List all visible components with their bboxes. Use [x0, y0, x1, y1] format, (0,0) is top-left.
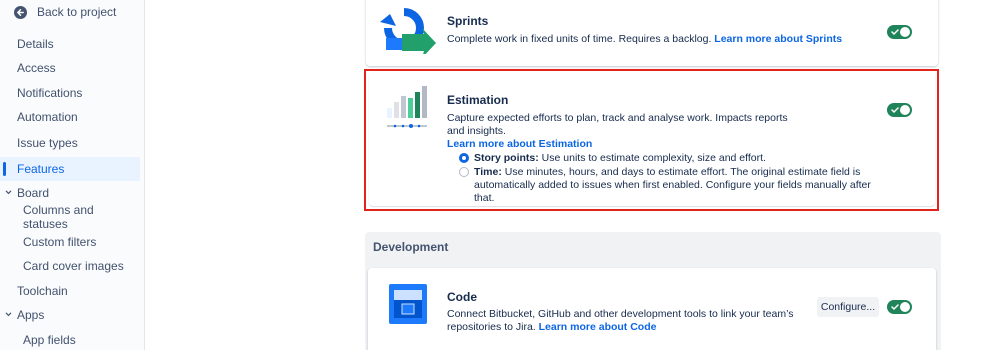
sidebar-item-label: Columns and statuses	[23, 203, 94, 231]
back-to-project-label: Back to project	[37, 5, 117, 19]
chevron-down-icon	[5, 190, 12, 195]
code-repository-icon	[389, 284, 427, 324]
chevron-down-icon	[5, 312, 12, 317]
sidebar-item-label: Apps	[17, 308, 45, 322]
code-title: Code	[447, 290, 477, 304]
toggle-knob	[900, 27, 910, 37]
project-settings-sidebar: Back to project Details Access Notificat…	[0, 0, 145, 350]
development-section-title: Development	[373, 240, 449, 254]
back-to-project-link[interactable]: Back to project	[14, 4, 116, 20]
sidebar-item-card-cover-images[interactable]: Card cover images	[0, 254, 140, 278]
arrow-left-icon	[14, 5, 27, 19]
sidebar-item-label: Notifications	[17, 86, 83, 100]
sidebar-item-app-fields[interactable]: App fields	[0, 328, 140, 350]
sidebar-item-issue-types[interactable]: Issue types	[0, 131, 140, 155]
sprints-title: Sprints	[447, 14, 489, 28]
sidebar-item-label: Automation	[17, 110, 78, 124]
sidebar-item-label: Card cover images	[23, 259, 124, 273]
sprints-feature-card: Sprints Complete work in fixed units of …	[366, 0, 938, 66]
sprints-description: Complete work in fixed units of time. Re…	[447, 33, 842, 46]
sidebar-item-features[interactable]: Features	[0, 157, 140, 181]
sidebar-item-access[interactable]: Access	[0, 56, 140, 80]
code-toggle[interactable]	[887, 300, 912, 314]
sidebar-item-label: Toolchain	[17, 284, 68, 298]
sidebar-item-label: Access	[17, 61, 56, 75]
sidebar-item-label: Issue types	[17, 136, 78, 150]
estimation-highlight-box	[364, 69, 939, 211]
sprints-toggle[interactable]	[887, 25, 912, 39]
sprints-description-text: Complete work in fixed units of time. Re…	[447, 33, 712, 45]
sidebar-item-label: App fields	[23, 333, 76, 347]
toggle-knob	[900, 302, 910, 312]
sidebar-item-columns-and-statuses[interactable]: Columns and statuses	[0, 203, 140, 231]
sprints-illustration-icon	[380, 8, 436, 54]
code-description: Connect Bitbucket, GitHub and other deve…	[447, 308, 807, 334]
sidebar-item-notifications[interactable]: Notifications	[0, 81, 140, 105]
check-icon	[891, 304, 899, 311]
sidebar-item-toolchain[interactable]: Toolchain	[0, 279, 140, 303]
sidebar-item-label: Custom filters	[23, 235, 97, 249]
learn-more-sprints-link[interactable]: Learn more about Sprints	[714, 33, 842, 45]
sidebar-item-label: Board	[17, 186, 50, 200]
sidebar-item-board[interactable]: Board	[0, 181, 140, 205]
sidebar-item-apps[interactable]: Apps	[0, 303, 140, 327]
sidebar-item-automation[interactable]: Automation	[0, 105, 140, 129]
configure-code-button[interactable]: Configure...	[817, 297, 879, 317]
sidebar-item-custom-filters[interactable]: Custom filters	[0, 230, 140, 254]
sidebar-item-details[interactable]: Details	[0, 32, 140, 56]
sidebar-item-label: Details	[17, 37, 54, 51]
sidebar-item-label: Features	[17, 162, 65, 176]
learn-more-code-link[interactable]: Learn more about Code	[539, 321, 657, 333]
check-icon	[891, 29, 899, 36]
